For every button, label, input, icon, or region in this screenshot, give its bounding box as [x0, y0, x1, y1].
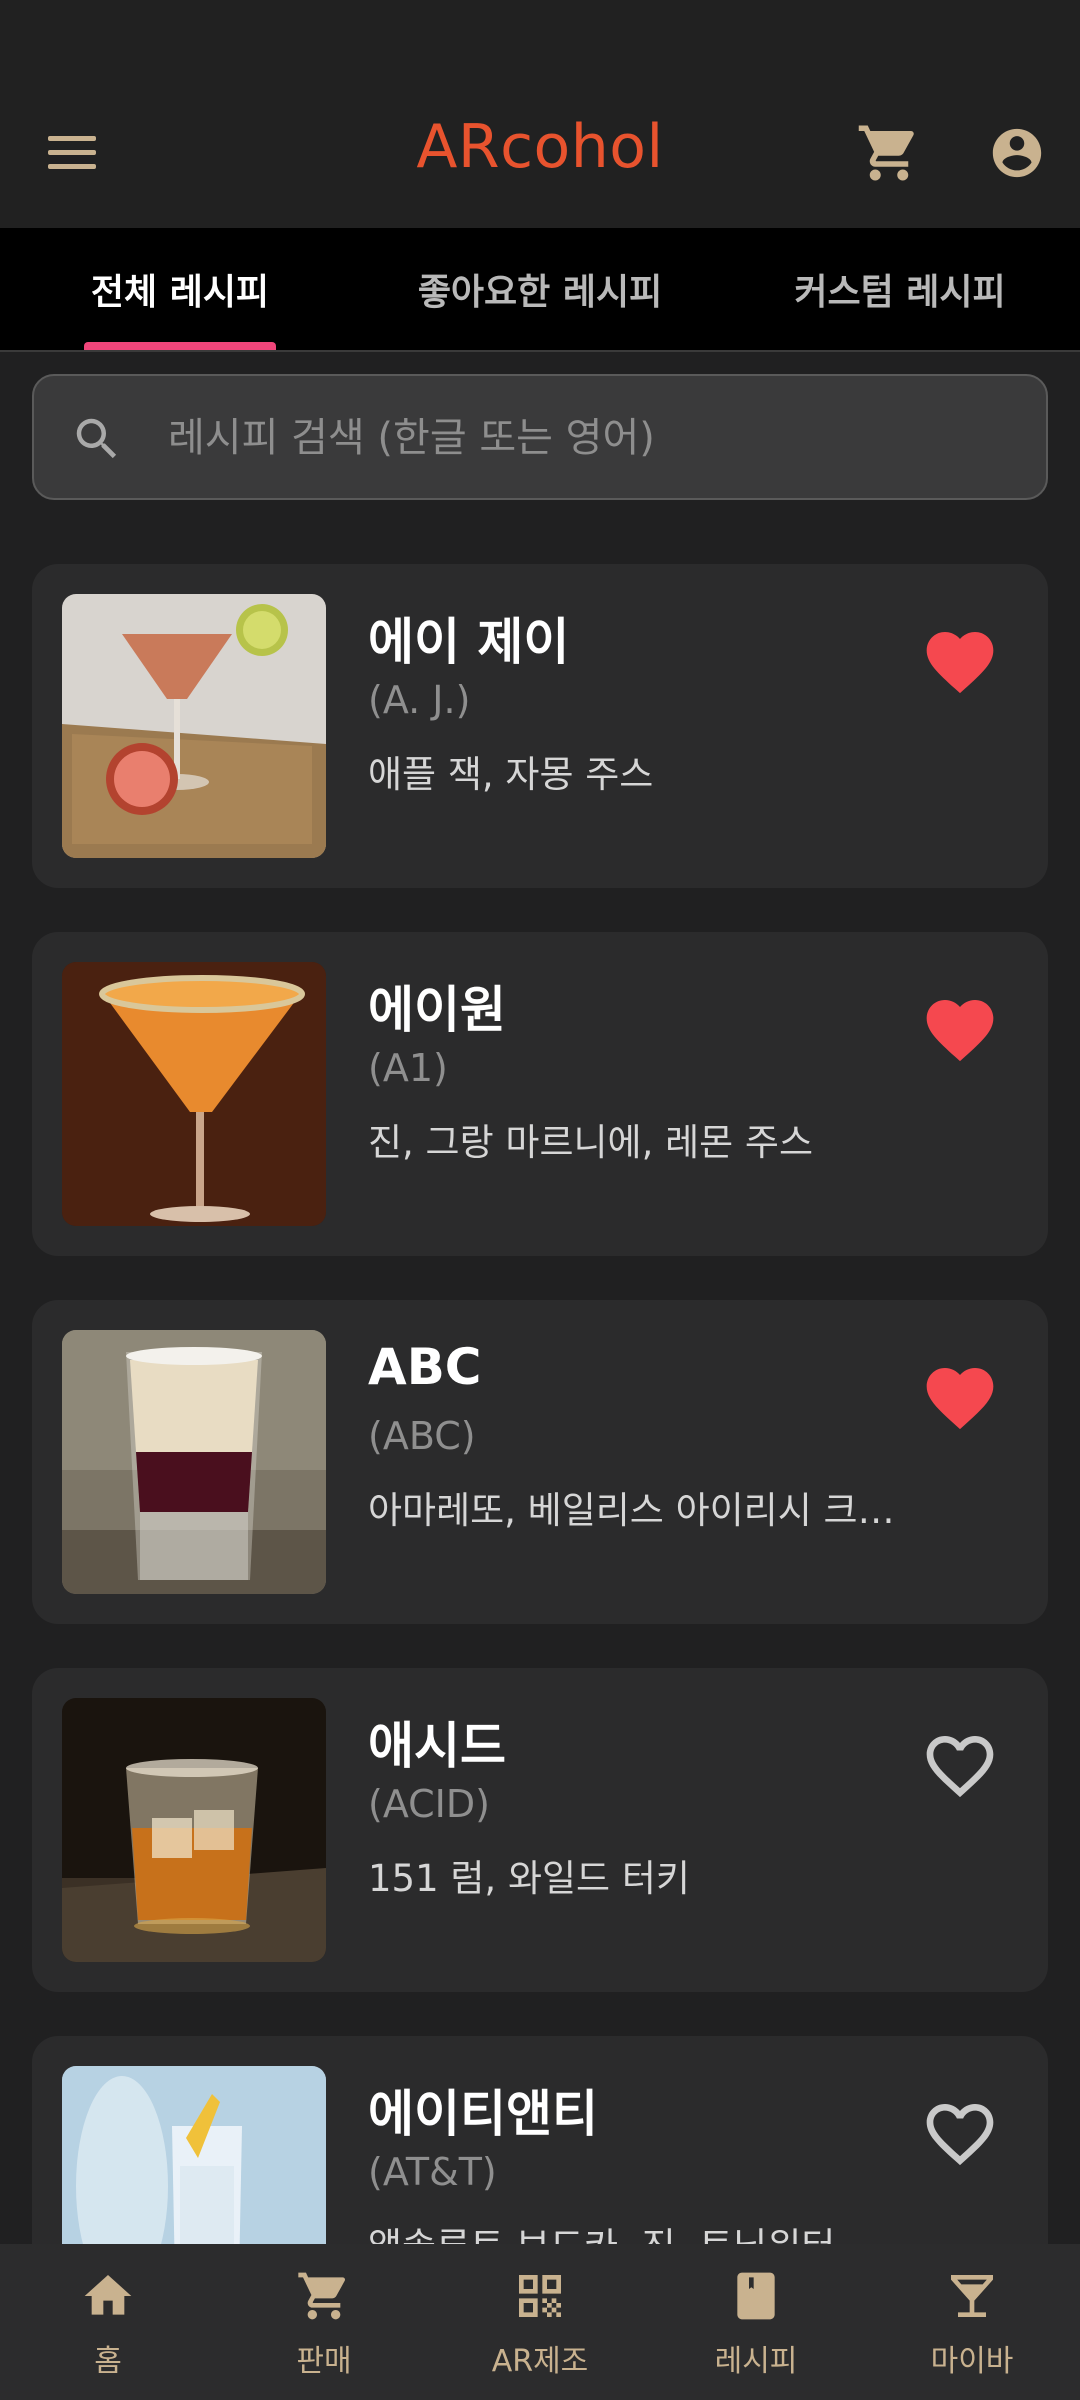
- account-circle-icon[interactable]: [988, 124, 1046, 182]
- favorite-heart-outline-icon[interactable]: [920, 2094, 1000, 2174]
- recipe-english-name: (A1): [368, 1046, 448, 1090]
- recipe-image: [62, 962, 326, 1226]
- cart-icon: [296, 2268, 352, 2324]
- recipe-name: 에이티앤티: [368, 2085, 598, 2143]
- recipe-card[interactable]: ABC (ABC) 아마레또, 베일리스 아이리시 크림, 코냑: [32, 1300, 1048, 1624]
- nav-recipes[interactable]: 레시피: [648, 2244, 864, 2400]
- recipe-card[interactable]: 애시드 (ACID) 151 럼, 와일드 터키: [32, 1668, 1048, 1992]
- recipe-image: [62, 1698, 326, 1962]
- recipe-name: 에이 제이: [368, 613, 570, 671]
- recipe-ingredients: 애플 잭, 자몽 주스: [368, 753, 654, 796]
- recipe-ingredients: 진, 그랑 마르니에, 레몬 주스: [368, 1121, 814, 1164]
- home-icon: [80, 2268, 136, 2324]
- favorite-heart-icon[interactable]: [920, 1358, 1000, 1438]
- cart-icon[interactable]: [856, 120, 922, 186]
- search-input[interactable]: [168, 400, 1008, 476]
- nav-label: 홈: [94, 2344, 122, 2379]
- tab-custom-recipes[interactable]: 커스텀 레시피: [720, 228, 1080, 350]
- app-screen: ARcohol 전체 레시피 좋아요한 레시피 커스텀 레시피 레시피 검색 (…: [0, 0, 1080, 2400]
- nav-home[interactable]: 홈: [0, 2244, 216, 2400]
- recipe-ingredients: 151 럼, 와일드 터키: [368, 1857, 690, 1900]
- recipe-english-name: (AT&T): [368, 2150, 497, 2194]
- nav-shop[interactable]: 판매: [216, 2244, 432, 2400]
- recipe-image: [62, 1330, 326, 1594]
- recipe-name: 에이원: [368, 981, 506, 1039]
- nav-label: 레시피: [714, 2344, 798, 2379]
- nav-label: 마이바: [930, 2344, 1014, 2379]
- favorite-heart-outline-icon[interactable]: [920, 1726, 1000, 1806]
- book-icon: [728, 2268, 784, 2324]
- nav-ar-make[interactable]: AR제조: [432, 2244, 648, 2400]
- nav-label: AR제조: [491, 2344, 589, 2379]
- tab-liked-recipes[interactable]: 좋아요한 레시피: [360, 228, 720, 350]
- recipe-name: 애시드: [368, 1717, 506, 1775]
- recipe-name: ABC: [368, 1338, 482, 1396]
- search-bar: [32, 374, 1048, 500]
- qr-code-icon: [512, 2268, 568, 2324]
- top-app-bar: ARcohol: [0, 0, 1080, 228]
- search-icon: [70, 412, 124, 466]
- recipe-english-name: (ACID): [368, 1782, 490, 1826]
- favorite-heart-icon[interactable]: [920, 622, 1000, 702]
- recipe-tabs: 전체 레시피 좋아요한 레시피 커스텀 레시피: [0, 228, 1080, 352]
- bottom-navigation: 홈 판매 AR제조 레시피 마이바: [0, 2244, 1080, 2400]
- recipe-english-name: (ABC): [368, 1414, 476, 1458]
- recipe-ingredients: 아마레또, 베일리스 아이리시 크림, 코냑: [368, 1489, 928, 1532]
- tab-all-recipes[interactable]: 전체 레시피: [0, 228, 360, 350]
- tab-indicator: [84, 342, 276, 350]
- recipe-card[interactable]: 에이 제이 (A. J.) 애플 잭, 자몽 주스: [32, 564, 1048, 888]
- favorite-heart-icon[interactable]: [920, 990, 1000, 1070]
- cocktail-glass-icon: [944, 2268, 1000, 2324]
- recipe-card[interactable]: 에이원 (A1) 진, 그랑 마르니에, 레몬 주스: [32, 932, 1048, 1256]
- nav-label: 판매: [296, 2344, 352, 2379]
- nav-my-bar[interactable]: 마이바: [864, 2244, 1080, 2400]
- recipe-english-name: (A. J.): [368, 678, 471, 722]
- recipe-image: [62, 594, 326, 858]
